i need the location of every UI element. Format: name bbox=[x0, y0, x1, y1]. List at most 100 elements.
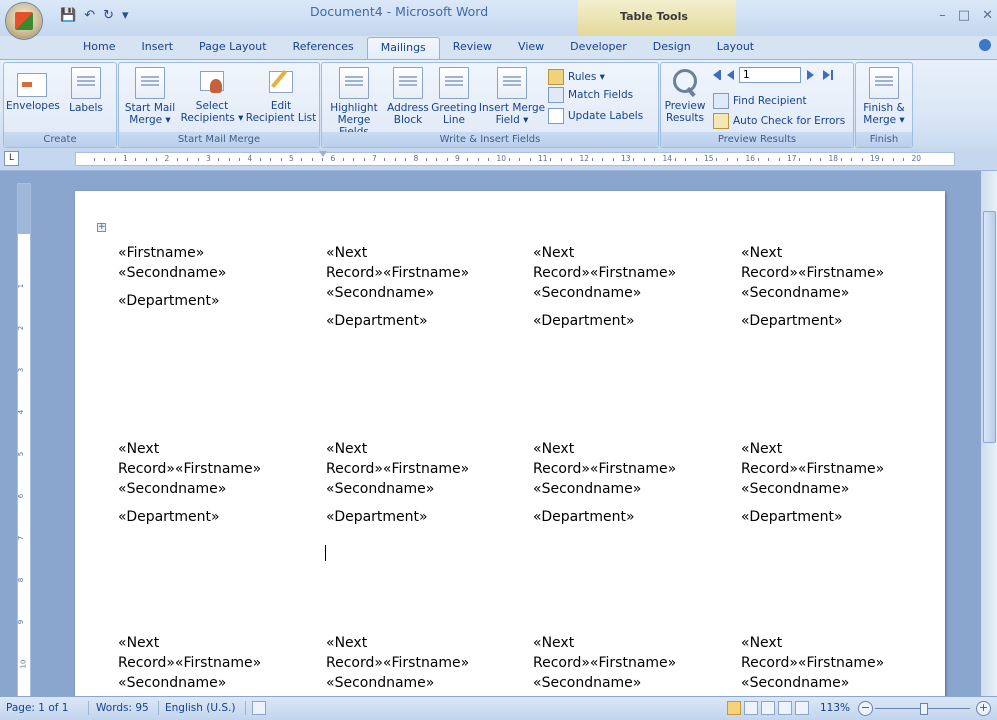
select-recipients-button[interactable]: Select Recipients ▾ bbox=[179, 67, 245, 124]
first-record-bar bbox=[719, 70, 721, 80]
tab-home[interactable]: Home bbox=[70, 37, 128, 59]
help-icon[interactable] bbox=[979, 39, 991, 51]
next-record-icon[interactable] bbox=[807, 70, 814, 80]
save-icon[interactable]: 💾 bbox=[60, 8, 76, 23]
auto-check-errors-button[interactable]: Auto Check for Errors bbox=[713, 113, 845, 129]
draft-view-icon[interactable] bbox=[795, 701, 809, 715]
vertical-ruler-number: 6 bbox=[17, 493, 26, 499]
label-cell[interactable]: «Next Record»«Firstname» «Secondname» bbox=[326, 633, 511, 693]
page-count[interactable]: Page: 1 of 1 bbox=[6, 702, 68, 714]
highlight-icon bbox=[339, 67, 369, 99]
label-cell[interactable]: «Next Record»«Firstname» «Secondname» «Depa… bbox=[326, 243, 511, 331]
ruler-tick bbox=[892, 158, 894, 161]
word-count[interactable]: Words: 95 bbox=[96, 702, 149, 714]
tab-layout[interactable]: Layout bbox=[704, 37, 767, 59]
group-preview-results-label: Preview Results bbox=[661, 132, 853, 147]
group-write-insert-label: Write & Insert Fields bbox=[322, 132, 658, 147]
tab-mailings[interactable]: Mailings bbox=[366, 37, 440, 59]
group-preview-results: Preview Results 1 Find Recipient Auto Ch… bbox=[660, 62, 854, 148]
tab-insert[interactable]: Insert bbox=[128, 37, 186, 59]
restore-icon[interactable]: □ bbox=[958, 8, 970, 23]
ruler-tick bbox=[477, 158, 479, 161]
minimize-icon[interactable]: – bbox=[939, 8, 946, 23]
redo-icon[interactable]: ↻ bbox=[103, 8, 114, 23]
envelopes-button[interactable]: Envelopes bbox=[6, 67, 60, 112]
tab-page-layout[interactable]: Page Layout bbox=[186, 37, 280, 59]
language[interactable]: English (U.S.) bbox=[165, 702, 235, 714]
table-move-handle-icon[interactable]: + bbox=[97, 223, 106, 232]
horizontal-ruler[interactable]: 1 2 3 4 5 6 7 8 9 10 11 12 13 14 15 16 17 18 19 20 bbox=[75, 151, 955, 166]
tab-design[interactable]: Design bbox=[640, 37, 704, 59]
ruler-tick bbox=[405, 158, 407, 161]
ruler-tick bbox=[840, 158, 842, 161]
vertical-scrollbar[interactable] bbox=[981, 171, 997, 696]
office-button[interactable] bbox=[6, 3, 42, 39]
ruler-tick bbox=[218, 158, 220, 161]
tab-developer[interactable]: Developer bbox=[557, 37, 640, 59]
label-cell[interactable]: «Next Record»«Firstname» «Secondname» «Depa… bbox=[533, 439, 718, 527]
close-icon[interactable]: ✕ bbox=[982, 8, 993, 23]
ruler-tick bbox=[716, 158, 718, 161]
zoom-in-icon[interactable]: + bbox=[976, 701, 991, 716]
tab-references[interactable]: References bbox=[280, 37, 367, 59]
ruler-number: 13 bbox=[621, 154, 631, 163]
record-number-input[interactable]: 1 bbox=[739, 67, 801, 83]
finish-merge-button[interactable]: Finish & Merge ▾ bbox=[858, 67, 910, 126]
find-recipient-label: Find Recipient bbox=[733, 95, 807, 107]
scrollbar-thumb[interactable] bbox=[983, 211, 996, 443]
ruler-tick bbox=[519, 158, 521, 161]
greeting-line-button[interactable]: Greeting Line bbox=[430, 67, 478, 126]
label-cell[interactable]: «Next Record»«Firstname» «Secondname» bbox=[533, 633, 718, 693]
find-recipient-button[interactable]: Find Recipient bbox=[713, 93, 807, 109]
customize-qat-icon[interactable]: ▾ bbox=[122, 8, 129, 23]
indent-marker[interactable] bbox=[319, 151, 327, 157]
labels-button[interactable]: Labels bbox=[60, 67, 112, 114]
update-labels-button[interactable]: Update Labels bbox=[548, 108, 643, 124]
macro-record-icon[interactable] bbox=[252, 701, 266, 715]
department-field: «Department» bbox=[118, 293, 220, 309]
department-field: «Department» bbox=[326, 313, 428, 329]
zoom-out-icon[interactable]: − bbox=[858, 701, 873, 716]
rules-button[interactable]: Rules ▾ bbox=[548, 69, 605, 85]
highlight-merge-fields-button[interactable]: Highlight Merge Fields bbox=[324, 67, 384, 138]
insert-merge-field-button[interactable]: Insert Merge Field ▾ bbox=[478, 67, 546, 126]
tab-view[interactable]: View bbox=[505, 37, 557, 59]
find-recipient-icon bbox=[713, 93, 729, 109]
label-cell[interactable]: «Next Record»«Firstname» «Secondname» «Depa… bbox=[118, 439, 303, 527]
preview-line1: Preview bbox=[664, 100, 706, 112]
label-cell[interactable]: «Next Record»«Firstname» «Secondname» «Depa… bbox=[741, 243, 926, 331]
vertical-ruler[interactable]: 1234567891011 bbox=[17, 183, 31, 710]
labels-label: Labels bbox=[69, 102, 103, 114]
match-fields-button[interactable]: Match Fields bbox=[548, 87, 633, 103]
label-cell[interactable]: «Next Record»«Firstname» «Secondname» «Depa… bbox=[741, 439, 926, 527]
document-page[interactable]: + «Firstname» «Secondname» «Department» «Ne… bbox=[75, 191, 945, 711]
last-record-icon[interactable] bbox=[823, 70, 830, 80]
zoom-level[interactable]: 113% bbox=[820, 702, 850, 714]
ruler-number: 2 bbox=[164, 154, 170, 163]
ruler-tick bbox=[602, 158, 604, 161]
preview-results-button[interactable]: Preview Results bbox=[663, 67, 707, 124]
merge-field-text: «Secondname» bbox=[326, 481, 435, 497]
tab-review[interactable]: Review bbox=[440, 37, 505, 59]
merge-field-text: «Secondname» bbox=[533, 481, 642, 497]
edit-recipient-list-button[interactable]: Edit Recipient List bbox=[245, 67, 317, 124]
tab-selector[interactable]: L bbox=[4, 151, 19, 166]
outline-view-icon[interactable] bbox=[778, 701, 792, 715]
zoom-slider-thumb[interactable] bbox=[920, 703, 928, 715]
print-layout-view-icon[interactable] bbox=[727, 701, 741, 715]
label-cell[interactable]: «Next Record»«Firstname» «Secondname» «Depa… bbox=[326, 439, 511, 527]
label-cell[interactable]: «Next Record»«Firstname» «Secondname» bbox=[118, 633, 303, 693]
label-cell[interactable]: «Firstname» «Secondname» «Department» bbox=[118, 243, 303, 311]
full-screen-view-icon[interactable] bbox=[744, 701, 758, 715]
undo-icon[interactable]: ↶ bbox=[84, 8, 95, 23]
label-cell[interactable]: «Next Record»«Firstname» «Secondname» bbox=[741, 633, 926, 693]
ruler-tick bbox=[768, 158, 770, 161]
vertical-ruler-number: 8 bbox=[17, 577, 26, 583]
previous-record-icon[interactable] bbox=[727, 70, 734, 80]
label-cell[interactable]: «Next Record»«Firstname» «Secondname» «Depa… bbox=[533, 243, 718, 331]
address-block-button[interactable]: Address Block bbox=[386, 67, 430, 126]
start-mail-merge-button[interactable]: Start Mail Merge ▾ bbox=[121, 67, 179, 126]
window-controls: – □ ✕ bbox=[939, 8, 993, 23]
ruler-tick bbox=[104, 158, 106, 161]
web-layout-view-icon[interactable] bbox=[761, 701, 775, 715]
